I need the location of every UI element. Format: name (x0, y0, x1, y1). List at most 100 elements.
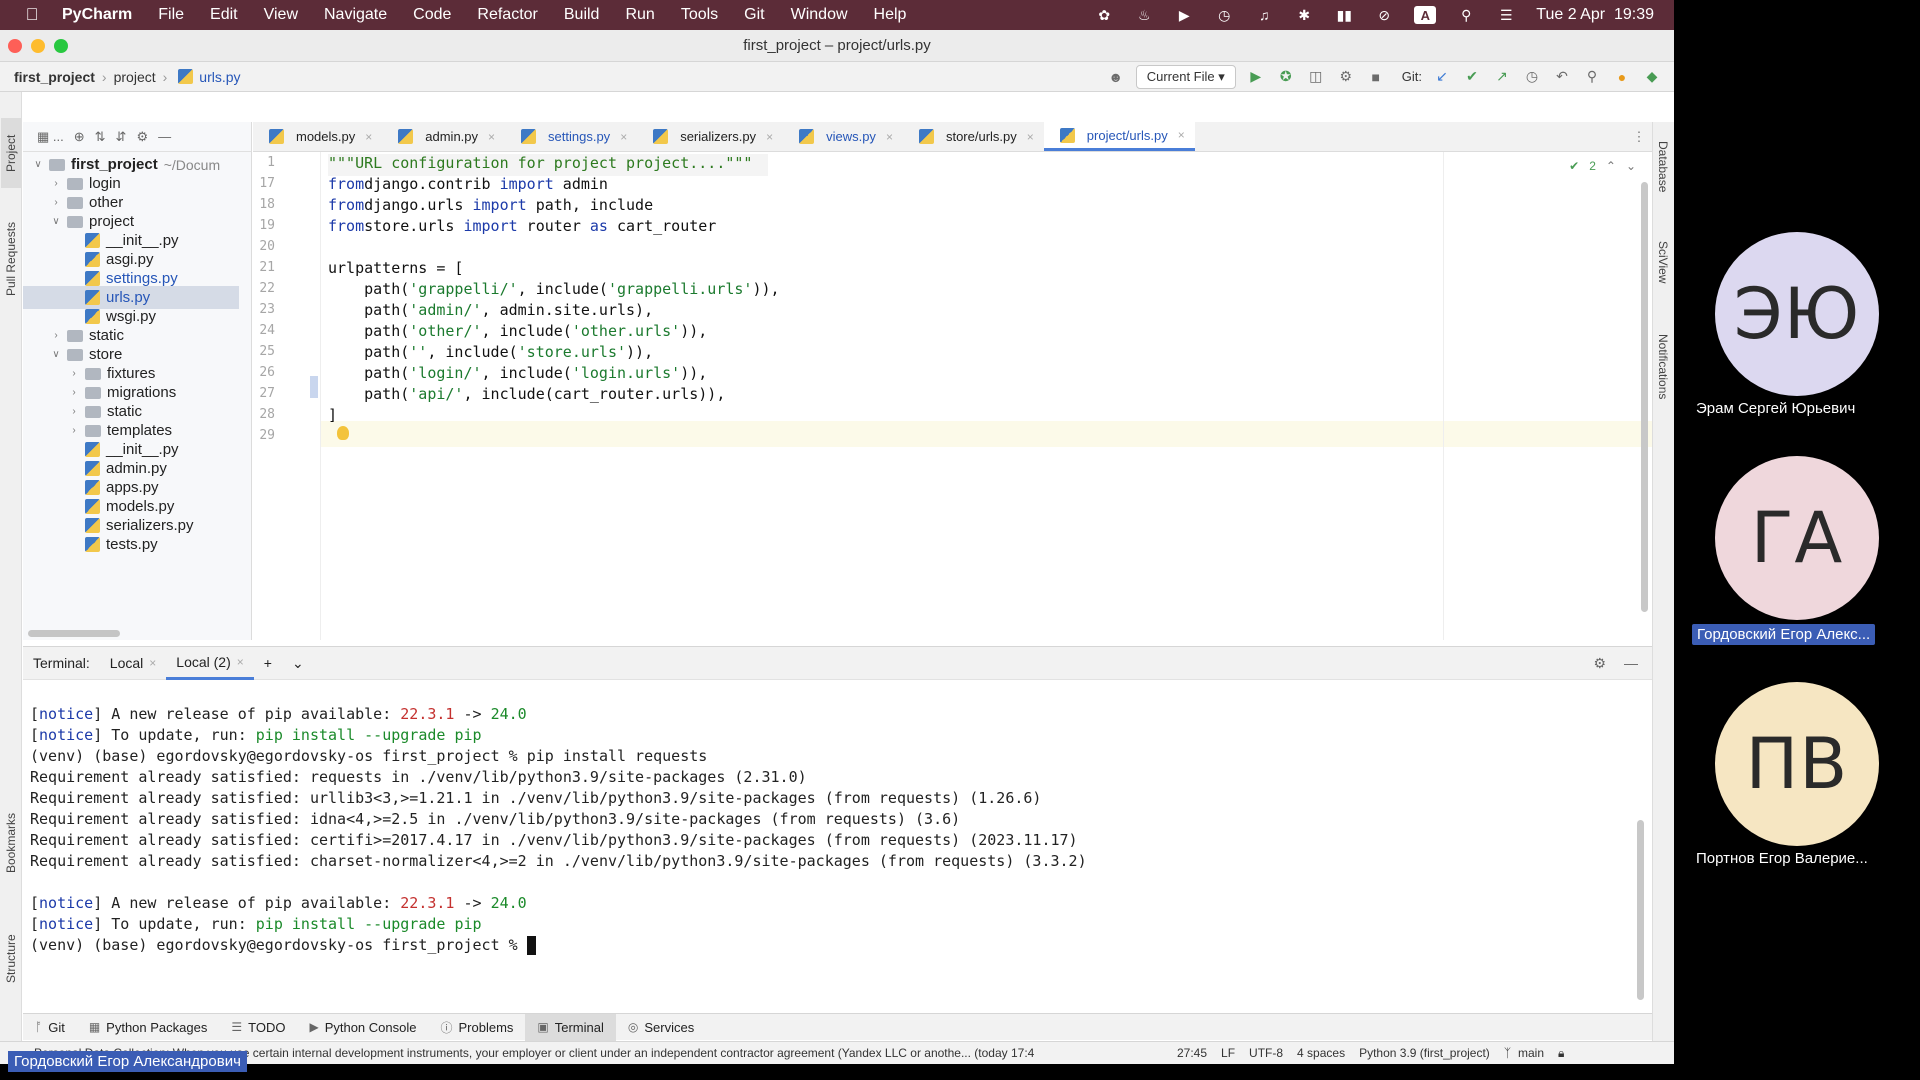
menubar-clock[interactable]: Tue 2 Apr 19:39 (1536, 6, 1654, 24)
menu-help[interactable]: Help (861, 6, 920, 24)
tool-window-git[interactable]: ᚩ Git (23, 1014, 77, 1041)
terminal-vscrollbar[interactable] (1637, 820, 1644, 1000)
git-push-icon[interactable]: ↗ (1492, 67, 1512, 87)
editor-tab[interactable]: models.py × (253, 122, 382, 151)
breadcrumb-folder[interactable]: project (114, 69, 156, 85)
chevron-down-icon[interactable]: ∨ (49, 216, 63, 227)
tool-window-python-console[interactable]: ▶ Python Console (297, 1014, 428, 1041)
bell-icon[interactable]: ♨ (1134, 7, 1154, 23)
stop-icon[interactable]: ■ (1366, 67, 1386, 87)
terminal-output[interactable]: [notice] A new release of pip available:… (23, 680, 1652, 1013)
battery-icon[interactable]: ▮▮ (1334, 7, 1354, 23)
inspection-widget[interactable]: ✔ 2 ⌃ ⌄ (1569, 159, 1636, 173)
zoom-window-button[interactable] (54, 39, 68, 53)
editor-tab[interactable]: project/urls.py × (1043, 122, 1195, 151)
tab-dropdown-chevron-icon[interactable]: ⌄ (282, 646, 314, 680)
breadcrumb-file[interactable]: urls.py (199, 69, 240, 85)
menu-code[interactable]: Code (400, 6, 464, 24)
rollback-icon[interactable]: ↶ (1552, 67, 1572, 87)
menu-app[interactable]: PyCharm (46, 6, 145, 24)
chevron-down-icon[interactable]: ∨ (31, 159, 45, 170)
close-tab-icon[interactable]: × (237, 655, 244, 669)
chevron-right-icon[interactable]: › (49, 330, 63, 341)
menu-window[interactable]: Window (778, 6, 861, 24)
profile-icon[interactable]: ⚙ (1336, 67, 1356, 87)
control-center-icon[interactable]: ☰ (1496, 7, 1516, 23)
bluetooth-icon[interactable]: ✱ (1294, 7, 1314, 23)
settings-gear-icon[interactable]: ⚙ (136, 129, 148, 145)
tool-window-python-packages[interactable]: ▦ Python Packages (77, 1014, 220, 1041)
tool-window-services[interactable]: ◎ Services (616, 1014, 706, 1041)
minimize-window-button[interactable] (31, 39, 45, 53)
chevron-right-icon[interactable]: › (67, 387, 81, 398)
terminal-settings-gear-icon[interactable]: ⚙ (1593, 655, 1606, 672)
project-tool-tab[interactable]: Project (1, 118, 21, 188)
close-tab-icon[interactable]: × (886, 130, 893, 144)
pull-requests-tool-tab[interactable]: Pull Requests (1, 204, 21, 314)
structure-tool-tab[interactable]: Structure (1, 914, 21, 1004)
editor-tab[interactable]: serializers.py × (637, 122, 783, 151)
menu-edit[interactable]: Edit (197, 6, 251, 24)
spotlight-search-icon[interactable]: ⚲ (1456, 7, 1476, 23)
sciview-tool-tab[interactable]: SciView (1653, 222, 1673, 302)
new-tab-plus-icon[interactable]: + (254, 646, 282, 680)
search-everywhere-icon[interactable]: ⚲ (1582, 67, 1602, 87)
participant-avatar[interactable]: ГА (1715, 456, 1879, 620)
editor-tab[interactable]: views.py × (783, 122, 903, 151)
editor-tab[interactable]: admin.py × (382, 122, 505, 151)
tool-window-problems[interactable]: ⓘ Problems (428, 1014, 525, 1041)
notifications-tool-tab[interactable]: Notifications (1653, 312, 1673, 422)
lock-icon[interactable]: 🔒︎ (1551, 1046, 1571, 1061)
git-commit-icon[interactable]: ✔ (1462, 67, 1482, 87)
python-interpreter[interactable]: Python 3.9 (first_project) (1352, 1046, 1497, 1060)
menu-navigate[interactable]: Navigate (311, 6, 400, 24)
code-editor[interactable]: 1 17 18 19 20 21 22 23 24 25 26 27 28 29 """URL confi… (253, 152, 1652, 640)
chevron-right-icon[interactable]: › (67, 406, 81, 417)
line-separator[interactable]: LF (1214, 1046, 1242, 1060)
caret-position[interactable]: 27:45 (1170, 1046, 1214, 1060)
editor-tab[interactable]: settings.py × (505, 122, 637, 151)
terminal-cursor[interactable] (526, 936, 536, 955)
headphones-icon[interactable]: ♫ (1254, 7, 1274, 23)
coverage-icon[interactable]: ◫ (1306, 67, 1326, 87)
more-vertical-icon[interactable]: ⋮ (1626, 122, 1652, 151)
menu-refactor[interactable]: Refactor (464, 6, 550, 24)
close-window-button[interactable] (8, 39, 22, 53)
wifi-off-icon[interactable]: ⊘ (1374, 7, 1394, 23)
menu-git[interactable]: Git (731, 6, 777, 24)
close-tab-icon[interactable]: × (1027, 130, 1034, 144)
run-configuration-select[interactable]: Current File ▾ (1135, 64, 1236, 89)
locate-icon[interactable]: ⊕ (74, 129, 85, 145)
close-tab-icon[interactable]: × (149, 656, 156, 670)
git-history-icon[interactable]: ◷ (1522, 67, 1542, 87)
project-hscrollbar[interactable] (28, 630, 120, 637)
project-view-icon[interactable]: ▦ ... (37, 129, 64, 145)
chevron-right-icon[interactable]: › (49, 178, 63, 189)
editor-vscrollbar[interactable] (1641, 182, 1648, 612)
hide-panel-icon[interactable]: — (158, 129, 171, 144)
apple-icon[interactable]:  (18, 5, 46, 25)
ide-updates-icon[interactable]: ● (1612, 67, 1632, 87)
close-tab-icon[interactable]: × (365, 130, 372, 144)
debug-icon[interactable]: ✪ (1276, 67, 1296, 87)
terminal-tab[interactable]: Local (2) × (166, 646, 254, 680)
file-encoding[interactable]: UTF-8 (1242, 1046, 1290, 1060)
expand-all-icon[interactable]: ⇅ (95, 129, 106, 145)
minimize-panel-icon[interactable]: — (1624, 655, 1638, 672)
bookmarks-tool-tab[interactable]: Bookmarks (1, 798, 21, 888)
terminal-tab[interactable]: Local × (100, 646, 166, 680)
chevron-right-icon[interactable]: › (67, 425, 81, 436)
close-tab-icon[interactable]: × (766, 130, 773, 144)
user-icon[interactable]: ☻ (1106, 67, 1126, 87)
close-tab-icon[interactable]: × (620, 130, 627, 144)
close-tab-icon[interactable]: × (488, 130, 495, 144)
menu-tools[interactable]: Tools (668, 6, 731, 24)
menu-run[interactable]: Run (612, 6, 667, 24)
tool-window-terminal[interactable]: ▣ Terminal (525, 1013, 616, 1041)
clock-history-icon[interactable]: ◷ (1214, 7, 1234, 23)
menu-file[interactable]: File (145, 6, 197, 24)
participant-avatar[interactable]: ПВ (1715, 682, 1879, 846)
run-icon[interactable]: ▶ (1246, 67, 1266, 87)
lightbulb-icon[interactable] (337, 426, 349, 440)
input-source-badge[interactable]: A (1414, 6, 1437, 24)
